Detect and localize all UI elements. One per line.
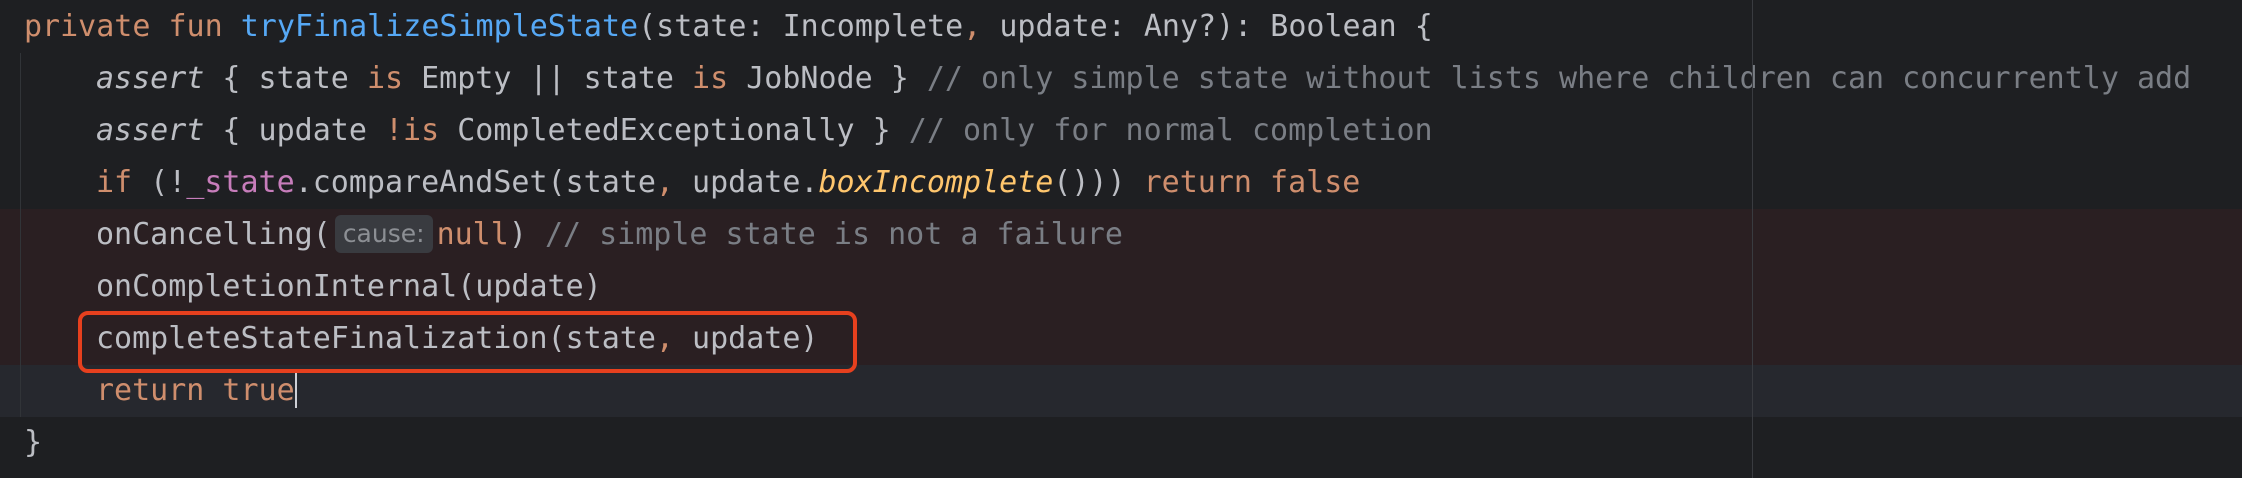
comment: // simple state is not a failure (544, 217, 1123, 252)
comma: , (655, 321, 674, 356)
code-line-5[interactable]: onCancelling(cause: null) // simple state… (0, 209, 2242, 261)
keyword: return (96, 373, 205, 408)
code-editor[interactable]: private fun tryFinalizeSimpleState(state… (0, 0, 2242, 478)
indent-guide (20, 313, 21, 365)
code-token: .compareAndSet(state (294, 165, 656, 200)
code-token: JobNode } (728, 61, 927, 96)
indent-guide (20, 105, 21, 157)
indent-guide (20, 261, 21, 313)
code-text: if (!_state.compareAndSet(state, update.… (96, 157, 1360, 209)
code-text: onCancelling(cause: null) // simple state… (96, 209, 1123, 261)
code-token: update) (673, 321, 819, 356)
keyword: private (24, 9, 151, 44)
keyword: null (436, 217, 509, 252)
keyword: !is (385, 113, 440, 148)
code-token: { state (204, 61, 367, 96)
code-token: (state: Incomplete (638, 9, 964, 44)
code-token: { update (204, 113, 385, 148)
keyword: true (204, 373, 295, 408)
text-caret (294, 371, 297, 408)
right-margin-guide (1752, 0, 1753, 478)
code-line-1[interactable]: private fun tryFinalizeSimpleState(state… (0, 1, 2242, 53)
code-token: completeStateFinalization(state (96, 321, 656, 356)
code-token: onCompletionInternal(update) (96, 269, 602, 304)
code-token: onCancelling( (96, 217, 331, 252)
comma: , (655, 165, 674, 200)
extension-function: boxIncomplete (818, 165, 1054, 200)
indent-guide (20, 157, 21, 209)
code-text: } (24, 417, 42, 469)
keyword: is (692, 61, 729, 96)
comment: // only for normal completion (908, 113, 1433, 148)
assert-call: assert (96, 113, 205, 148)
keyword: fun (168, 9, 223, 44)
closing-brace: } (24, 425, 43, 460)
comment: // only simple state without lists where… (926, 61, 2192, 96)
keyword: false (1251, 165, 1361, 200)
code-line-2[interactable]: assert { state is Empty || state is JobN… (0, 53, 2242, 105)
code-token: (! (132, 165, 187, 200)
code-line-9[interactable]: } (0, 417, 2242, 469)
code-text: assert { state is Empty || state is JobN… (96, 53, 2191, 105)
keyword: is (366, 61, 404, 96)
code-token: Empty || state (403, 61, 693, 96)
assert-call: assert (96, 61, 205, 96)
parameter-hint: cause: (334, 214, 433, 253)
code-line-4[interactable]: if (!_state.compareAndSet(state, update.… (0, 157, 2242, 209)
code-text: completeStateFinalization(state, update) (96, 313, 818, 365)
code-text: assert { update !is CompletedExceptional… (96, 105, 1433, 157)
function-name: tryFinalizeSimpleState (240, 9, 639, 44)
property: _state (186, 165, 295, 200)
code-token: CompletedExceptionally } (439, 113, 909, 148)
code-token: update. (673, 165, 819, 200)
keyword: return (1143, 165, 1252, 200)
comma: , (963, 9, 982, 44)
code-token: ())) (1053, 165, 1144, 200)
indent-guide (20, 53, 21, 105)
code-text: onCompletionInternal(update) (96, 261, 602, 313)
code-line-3[interactable]: assert { update !is CompletedExceptional… (0, 105, 2242, 157)
code-token: update: Any?): Boolean { (981, 9, 1433, 44)
code-line-6[interactable]: onCompletionInternal(update) (0, 261, 2242, 313)
indent-guide (20, 365, 21, 417)
keyword: if (96, 165, 133, 200)
code-text: private fun tryFinalizeSimpleState(state… (24, 1, 1433, 53)
code-line-7[interactable]: completeStateFinalization(state, update) (0, 313, 2242, 365)
code-token: ) (508, 217, 545, 252)
indent-guide (20, 209, 21, 261)
code-line-8[interactable]: return true (0, 365, 2242, 417)
code-text: return true (96, 365, 297, 417)
